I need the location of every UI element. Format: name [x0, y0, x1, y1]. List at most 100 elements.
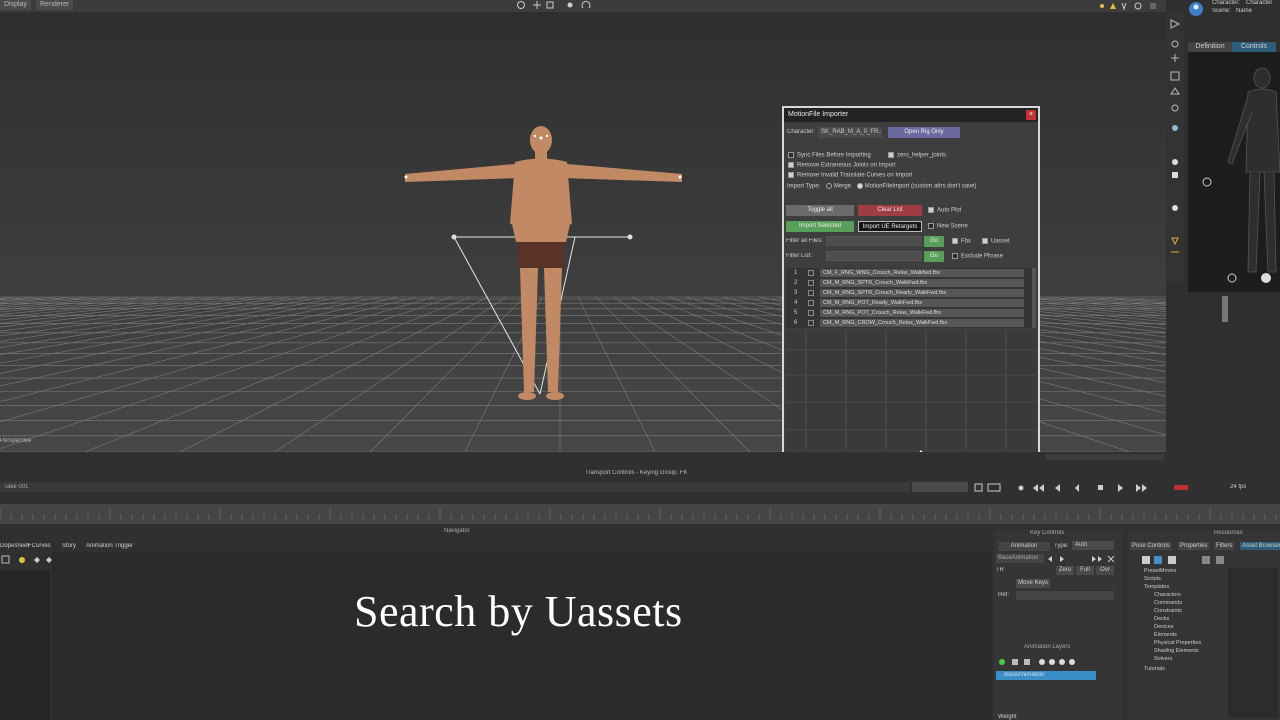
open-rig-only-button[interactable]: Open Rig Only [888, 127, 960, 138]
file-list-row[interactable]: 3 CM_M_RNG_SPTR_Crouch_Ready_WalkFwd.fbx [786, 289, 1028, 298]
filter-list-input[interactable] [826, 251, 922, 261]
base-animation-layer[interactable]: BaseAnimation [996, 671, 1096, 680]
file-row-name[interactable]: CM_M_RNG_CROW_Crouch_Relax_WalkFwd.fbx [820, 319, 1024, 327]
close-icon[interactable]: × [1026, 110, 1036, 120]
tool-strip[interactable] [1166, 12, 1184, 282]
move-keys-button[interactable]: Move Keys [1016, 579, 1050, 588]
tab-animation-trigger[interactable]: Animation Trigger [86, 543, 133, 549]
navigator-toolbar-icons[interactable] [0, 554, 60, 566]
file-list-scrollbar[interactable] [1032, 268, 1036, 328]
uasset-checkbox[interactable] [982, 238, 988, 244]
remove-curves-option[interactable]: Remove Invalid Translate Curves on Impor… [788, 172, 912, 179]
tree-item[interactable]: Constraints [1154, 608, 1182, 614]
file-list-row[interactable]: 1 CM_F_RNG_WNG_Crouch_Relax_Walkfwd.fbx [786, 269, 1028, 278]
file-list[interactable]: 1 CM_F_RNG_WNG_Crouch_Relax_Walkfwd.fbx 2… [786, 268, 1036, 328]
base-animation-field[interactable]: BaseAnimation [996, 554, 1044, 563]
layer-toolbar-icons[interactable] [998, 656, 1118, 668]
auto-plot-option[interactable]: Auto Plot [928, 207, 961, 214]
remove-joints-option[interactable]: Remove Extraneous Joints on Import [788, 162, 896, 169]
tab-properties[interactable]: Properties [1178, 542, 1210, 550]
tree-item[interactable]: Characters [1154, 592, 1181, 598]
tree-item[interactable]: Devices [1154, 624, 1174, 630]
type-dropdown[interactable]: Auto [1072, 541, 1114, 550]
character-dropdown[interactable]: SK_RAB_M_A_0_FR... [818, 127, 882, 138]
file-row-checkbox[interactable] [808, 310, 814, 316]
file-row-name[interactable]: CM_F_RNG_WNG_Crouch_Relax_Walkfwd.fbx [820, 269, 1024, 277]
file-list-row[interactable]: 6 CM_M_RNG_CROW_Crouch_Relax_WalkFwd.fbx [786, 319, 1028, 328]
file-row-name[interactable]: CM_M_RNG_SPTR_Crouch_WalkFwd.fbx [820, 279, 1024, 287]
tree-item[interactable]: Decks [1154, 616, 1169, 622]
asset-preview-area[interactable] [1228, 568, 1278, 718]
zero-helper-checkbox[interactable] [888, 152, 894, 158]
tree-item[interactable]: Solvers [1154, 656, 1172, 662]
tool-icons[interactable] [1166, 12, 1184, 282]
sync-files-checkbox[interactable] [788, 152, 794, 158]
file-row-checkbox[interactable] [808, 290, 814, 296]
viewport-scrollbar[interactable] [1046, 454, 1164, 460]
timeline-ruler[interactable] [0, 504, 1280, 524]
tree-item[interactable]: PresetMoves [1144, 568, 1176, 574]
import-ue-retargets-button[interactable]: Import UE Retargets [858, 221, 922, 232]
timeline-ticks[interactable] [0, 504, 1280, 524]
tree-item[interactable]: Commands [1154, 600, 1182, 606]
filter-files-input[interactable] [826, 236, 922, 246]
tab-story[interactable]: Story [62, 543, 76, 549]
file-row-name[interactable]: CM_M_RNG_POT_Crouch_Relax_WalkFwd.fbx [820, 309, 1024, 317]
character-control-preview[interactable] [1188, 52, 1280, 292]
resource-tree[interactable]: PresetMoves Scripts Templates Characters… [1130, 568, 1226, 718]
fbx-checkbox[interactable] [952, 238, 958, 244]
range-field[interactable] [912, 482, 968, 492]
fbx-option[interactable]: Fbx [952, 238, 971, 245]
sync-files-option[interactable]: Sync Files Before Importing [788, 152, 871, 159]
browser-view-icons[interactable] [1140, 554, 1240, 566]
tab-renderer[interactable]: Renderer [36, 0, 74, 10]
clear-list-button[interactable]: Clear List [858, 205, 922, 216]
motionfile-importer-dialog[interactable]: MotionFile Importer × Character: SK_RAB_… [782, 106, 1040, 454]
file-list-row[interactable]: 5 CM_M_RNG_POT_Crouch_Relax_WalkFwd.fbx [786, 309, 1028, 318]
file-row-checkbox[interactable] [808, 300, 814, 306]
tree-item[interactable]: Physical Properties [1154, 640, 1201, 646]
file-row-checkbox[interactable] [808, 280, 814, 286]
uasset-option[interactable]: Uasset [982, 238, 1010, 245]
file-row-name[interactable]: CM_M_RNG_POT_Ready_WalkFwd.fbx [820, 299, 1024, 307]
filter-files-go-button[interactable]: Go [924, 236, 944, 247]
file-list-row[interactable]: 2 CM_M_RNG_SPTR_Crouch_WalkFwd.fbx [786, 279, 1028, 288]
tab-dopesheet[interactable]: Dopesheet [0, 543, 29, 549]
playback-buttons[interactable] [972, 482, 1202, 494]
tree-item[interactable]: Elements [1154, 632, 1177, 638]
scene-value[interactable]: Name [1236, 8, 1252, 14]
panel-slider[interactable] [1222, 296, 1228, 322]
file-list-row[interactable]: 4 CM_M_RNG_POT_Ready_WalkFwd.fbx [786, 299, 1028, 308]
new-scene-option[interactable]: New Scene [928, 223, 968, 230]
tab-controls[interactable]: Controls [1232, 42, 1276, 52]
remove-joints-checkbox[interactable] [788, 162, 794, 168]
remove-curves-checkbox[interactable] [788, 172, 794, 178]
animation-tab[interactable]: Animation [998, 542, 1050, 551]
character-icon[interactable] [1188, 0, 1204, 18]
exclude-phrase-option[interactable]: Exclude Phrase [952, 253, 1003, 260]
zero-button[interactable]: Zero [1056, 566, 1074, 575]
character-selector-value[interactable]: Character [1246, 0, 1272, 6]
file-row-name[interactable]: CM_M_RNG_SPTR_Crouch_Ready_WalkFwd.fbx [820, 289, 1024, 297]
take-bar[interactable]: Take 001 [0, 482, 910, 492]
file-row-checkbox[interactable] [808, 320, 814, 326]
tab-asset-browser[interactable]: Asset Browser [1240, 542, 1280, 550]
ref-field[interactable] [1016, 591, 1114, 600]
tab-pose-controls[interactable]: Pose Controls [1130, 542, 1172, 550]
zero-helper-option[interactable]: zero_helper_joints [888, 152, 946, 159]
auto-plot-checkbox[interactable] [928, 207, 934, 213]
status-icons[interactable] [1098, 1, 1164, 11]
motionfileimport-radio[interactable] [856, 183, 863, 189]
import-selected-button[interactable]: Import Selected [786, 221, 854, 232]
toggle-all-button[interactable]: Toggle all [786, 205, 854, 216]
new-scene-checkbox[interactable] [928, 223, 934, 229]
viewport-tools-icons[interactable] [515, 0, 595, 10]
key-nav-icons[interactable] [1046, 554, 1118, 564]
file-row-checkbox[interactable] [808, 270, 814, 276]
filter-list-go-button[interactable]: Go [924, 251, 944, 262]
tree-item[interactable]: Tutorials [1144, 666, 1165, 672]
tab-filters[interactable]: Filters [1214, 542, 1235, 550]
tree-item[interactable]: Templates [1144, 584, 1169, 590]
merge-radio[interactable] [825, 183, 832, 189]
tab-fcurves[interactable]: FCurves [28, 543, 51, 549]
